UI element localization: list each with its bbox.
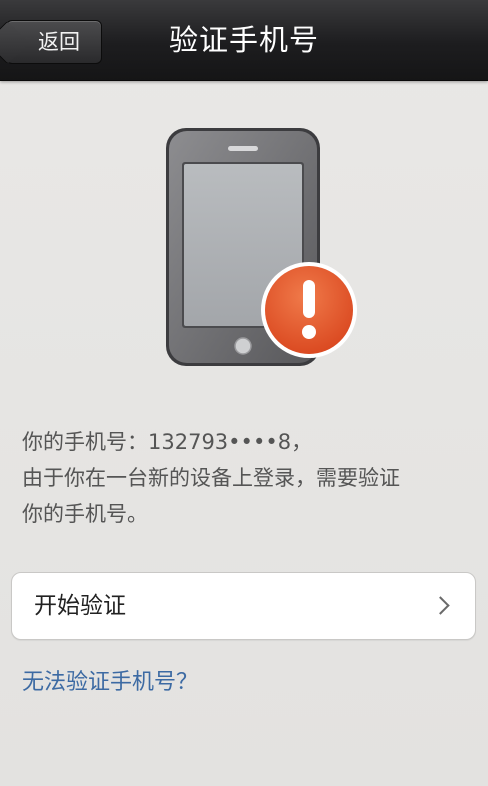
verify-phone-screen: 返回 验证手机号 你的手机号：132793••••8， 由于你在一台新的设备上登…: [0, 0, 488, 786]
message-line-end: 你的手机号。: [22, 502, 148, 526]
message-line-phone: 你的手机号：132793••••8，: [22, 430, 313, 454]
phone-with-warning-icon: [160, 122, 360, 372]
message-line-reason: 由于你在一台新的设备上登录，需要验证: [22, 466, 400, 490]
cannot-verify-link[interactable]: 无法验证手机号？: [22, 665, 198, 701]
title-bar: 返回 验证手机号: [0, 0, 488, 80]
chevron-right-icon: [431, 596, 450, 615]
start-verification-label: 开始验证: [34, 593, 126, 619]
verification-message: 你的手机号：132793••••8， 由于你在一台新的设备上登录，需要验证 你的…: [22, 424, 472, 532]
page-title: 验证手机号: [168, 23, 319, 57]
start-verification-button[interactable]: 开始验证: [11, 572, 476, 640]
